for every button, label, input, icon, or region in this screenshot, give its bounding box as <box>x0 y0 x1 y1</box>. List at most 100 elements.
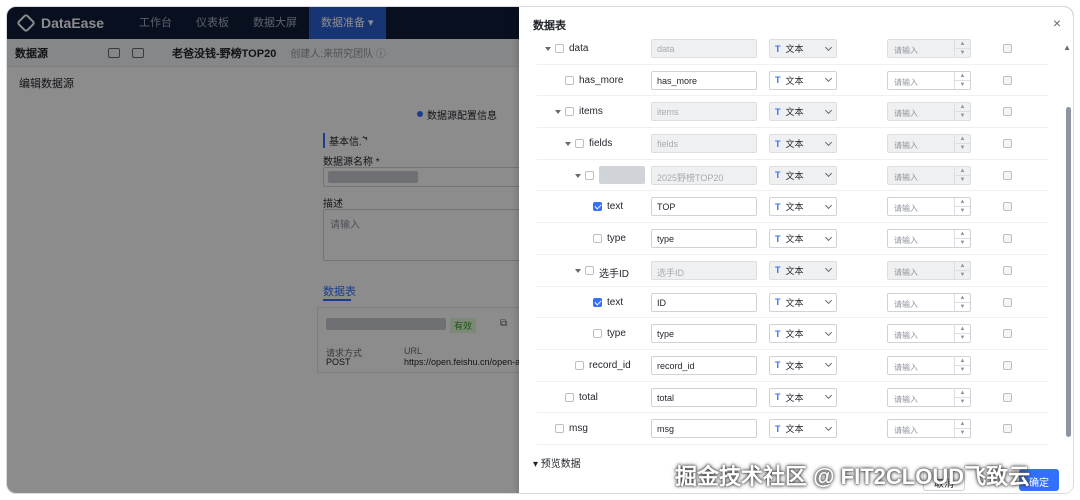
length-input[interactable]: 请输入 ▲ ▼ <box>887 134 971 154</box>
length-input[interactable]: 请输入 ▲ ▼ <box>887 102 971 122</box>
stepper-up-icon[interactable]: ▲ <box>955 167 970 176</box>
primary-key-checkbox[interactable] <box>1003 265 1012 275</box>
close-icon[interactable]: × <box>1053 15 1061 31</box>
field-type-select[interactable]: T 文本 <box>769 134 837 154</box>
stepper-down-icon[interactable]: ▼ <box>955 81 970 89</box>
field-type-select[interactable]: T 文本 <box>769 39 837 58</box>
primary-key-checkbox[interactable] <box>1003 202 1012 212</box>
stepper[interactable]: ▲ ▼ <box>954 135 970 153</box>
length-input[interactable]: 请输入 ▲ ▼ <box>887 324 971 344</box>
stepper[interactable]: ▲ ▼ <box>954 166 970 184</box>
field-checkbox[interactable] <box>585 265 594 275</box>
field-alias-input[interactable]: data <box>651 39 757 58</box>
field-checkbox[interactable] <box>565 107 574 117</box>
stepper[interactable]: ▲ ▼ <box>954 103 970 121</box>
length-input[interactable]: 请输入 ▲ ▼ <box>887 419 971 439</box>
length-input[interactable]: 请输入 ▲ ▼ <box>887 70 971 90</box>
field-alias-input[interactable]: items <box>651 102 757 122</box>
field-checkbox[interactable] <box>565 392 574 402</box>
stepper[interactable]: ▲ ▼ <box>954 71 970 89</box>
primary-key-checkbox[interactable] <box>1003 360 1012 370</box>
stepper-up-icon[interactable]: ▲ <box>955 294 970 303</box>
primary-key-checkbox[interactable] <box>1003 107 1012 117</box>
stepper-up-icon[interactable]: ▲ <box>955 389 970 398</box>
field-type-select[interactable]: T 文本 <box>769 260 837 280</box>
stepper-down-icon[interactable]: ▼ <box>955 49 970 57</box>
field-type-select[interactable]: T 文本 <box>769 229 837 249</box>
stepper-down-icon[interactable]: ▼ <box>955 334 970 342</box>
stepper[interactable]: ▲ ▼ <box>954 198 970 216</box>
primary-key-checkbox[interactable] <box>1003 44 1012 53</box>
field-checkbox[interactable] <box>555 44 564 53</box>
primary-key-checkbox[interactable] <box>1003 234 1012 244</box>
field-alias-input[interactable]: type <box>651 324 757 344</box>
stepper[interactable]: ▲ ▼ <box>954 325 970 343</box>
field-checkbox[interactable] <box>593 234 602 244</box>
field-alias-input[interactable]: total <box>651 387 757 407</box>
scroll-up-icon[interactable]: ▲ <box>1063 43 1071 52</box>
length-input[interactable]: 请输入 ▲ ▼ <box>887 355 971 375</box>
expand-caret-icon[interactable] <box>565 142 571 147</box>
field-checkbox[interactable] <box>555 424 564 434</box>
field-checkbox[interactable] <box>585 170 594 180</box>
field-alias-input[interactable]: 2025野榜TOP20 <box>651 165 757 185</box>
primary-key-checkbox[interactable] <box>1003 392 1012 402</box>
stepper-up-icon[interactable]: ▲ <box>955 262 970 271</box>
expand-caret-icon[interactable] <box>555 110 561 115</box>
preview-data-toggle[interactable]: ▾ 预览数据 <box>533 455 581 470</box>
field-checkbox[interactable] <box>575 139 584 149</box>
field-type-select[interactable]: T 文本 <box>769 292 837 312</box>
field-type-select[interactable]: T 文本 <box>769 355 837 375</box>
stepper-up-icon[interactable]: ▲ <box>955 325 970 335</box>
field-alias-input[interactable]: record_id <box>651 355 757 375</box>
primary-key-checkbox[interactable] <box>1003 139 1012 149</box>
length-input[interactable]: 请输入 ▲ ▼ <box>887 260 971 280</box>
stepper-down-icon[interactable]: ▼ <box>955 144 970 152</box>
stepper[interactable]: ▲ ▼ <box>954 420 970 438</box>
stepper-up-icon[interactable]: ▲ <box>955 135 970 145</box>
field-checkbox[interactable] <box>593 202 602 212</box>
stepper-up-icon[interactable]: ▲ <box>955 72 970 81</box>
field-alias-input[interactable]: fields <box>651 134 757 154</box>
stepper-up-icon[interactable]: ▲ <box>955 198 970 208</box>
length-input[interactable]: 请输入 ▲ ▼ <box>887 387 971 407</box>
expand-caret-icon[interactable] <box>575 173 581 178</box>
stepper-down-icon[interactable]: ▼ <box>955 112 970 120</box>
field-type-select[interactable]: T 文本 <box>769 70 837 90</box>
field-type-select[interactable]: T 文本 <box>769 419 837 439</box>
expand-caret-icon[interactable] <box>575 268 581 273</box>
stepper-up-icon[interactable]: ▲ <box>955 40 970 49</box>
field-checkbox[interactable] <box>593 297 602 307</box>
expand-caret-icon[interactable] <box>545 47 551 51</box>
field-alias-input[interactable]: has_more <box>651 70 757 90</box>
stepper-down-icon[interactable]: ▼ <box>955 303 970 311</box>
field-type-select[interactable]: T 文本 <box>769 387 837 407</box>
stepper[interactable]: ▲ ▼ <box>954 261 970 279</box>
stepper-down-icon[interactable]: ▼ <box>955 366 970 374</box>
stepper[interactable]: ▲ ▼ <box>954 293 970 311</box>
field-alias-input[interactable]: type <box>651 229 757 249</box>
length-input[interactable]: 请输入 ▲ ▼ <box>887 197 971 217</box>
primary-key-checkbox[interactable] <box>1003 424 1012 434</box>
stepper[interactable]: ▲ ▼ <box>954 230 970 248</box>
length-input[interactable]: 请输入 ▲ ▼ <box>887 165 971 185</box>
stepper[interactable]: ▲ ▼ <box>954 40 970 57</box>
primary-key-checkbox[interactable] <box>1003 170 1012 180</box>
field-alias-input[interactable]: ID <box>651 292 757 312</box>
stepper-down-icon[interactable]: ▼ <box>955 207 970 215</box>
field-alias-input[interactable]: msg <box>651 419 757 439</box>
stepper-down-icon[interactable]: ▼ <box>955 271 970 279</box>
field-type-select[interactable]: T 文本 <box>769 324 837 344</box>
stepper-up-icon[interactable]: ▲ <box>955 103 970 113</box>
field-type-select[interactable]: T 文本 <box>769 165 837 185</box>
primary-key-checkbox[interactable] <box>1003 329 1012 339</box>
field-alias-input[interactable]: TOP <box>651 197 757 217</box>
field-checkbox[interactable] <box>575 360 584 370</box>
field-type-select[interactable]: T 文本 <box>769 197 837 217</box>
modal-overlay[interactable] <box>7 7 519 493</box>
field-checkbox[interactable] <box>565 75 574 85</box>
length-input[interactable]: 请输入 ▲ ▼ <box>887 39 971 58</box>
length-input[interactable]: 请输入 ▲ ▼ <box>887 292 971 312</box>
field-checkbox[interactable] <box>593 329 602 339</box>
field-alias-input[interactable]: 选手ID <box>651 260 757 280</box>
